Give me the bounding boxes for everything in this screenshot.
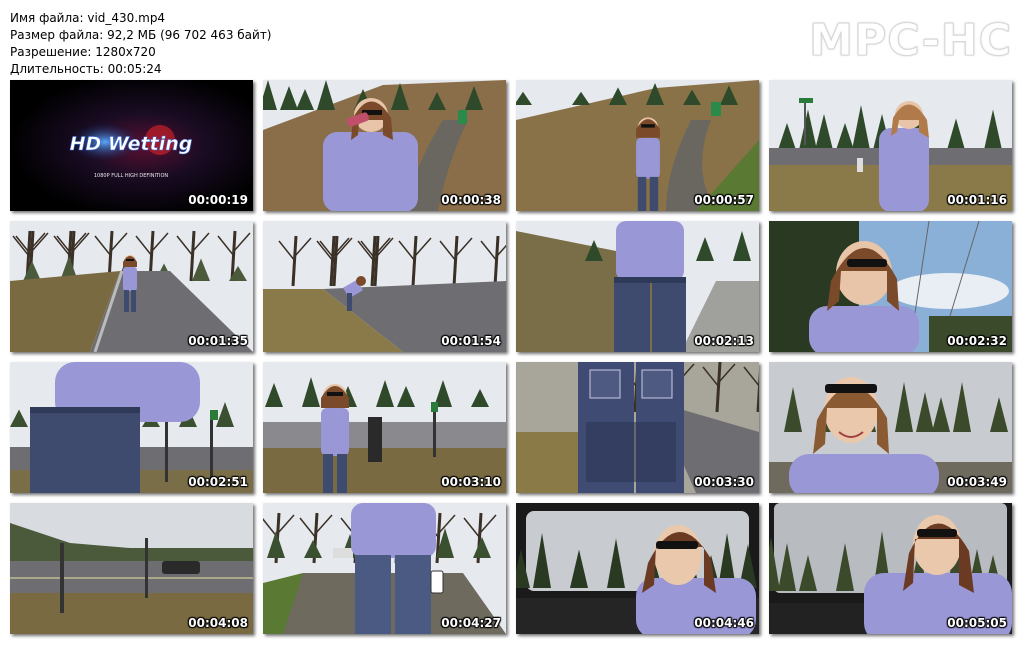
thumbnail-image: [263, 80, 506, 211]
thumbnail-image: [516, 503, 759, 634]
thumbnail-car-interior: 00:04:46: [516, 503, 759, 634]
thumbnail-image: [769, 503, 1012, 634]
thumbnail-image: [516, 80, 759, 211]
thumbnail-image: [769, 362, 1012, 493]
thumbnail-timestamp: 00:04:08: [188, 616, 248, 630]
thumbnail-timestamp: 00:01:16: [947, 193, 1007, 207]
thumbnail-road-with-car: 00:04:08: [10, 503, 253, 634]
thumbnail-image: [263, 362, 506, 493]
thumbnail-road-bending: 00:01:54: [263, 221, 506, 352]
thumbnail-timestamp: 00:04:27: [441, 616, 501, 630]
thumbnail-drinking-bottle: 00:00:38: [263, 80, 506, 211]
thumbnail-timestamp: 00:02:13: [694, 334, 754, 348]
thumbnail-walking-path: 00:00:57: [516, 80, 759, 211]
thumbnail-image: [10, 362, 253, 493]
thumbnail-timestamp: 00:03:30: [694, 475, 754, 489]
thumbnail-car-interior-side: 00:05:05: [769, 503, 1012, 634]
title-card-brand: HD Wetting: [70, 133, 193, 155]
thumbnail-timestamp: 00:00:38: [441, 193, 501, 207]
thumbnail-timestamp: 00:00:19: [188, 193, 248, 207]
thumbnail-image: [516, 362, 759, 493]
thumbnail-wet-jeans-back: 00:03:30: [516, 362, 759, 493]
thumbnail-image: [10, 503, 253, 634]
thumbnail-image: [263, 503, 506, 634]
thumbnail-timestamp: 00:03:10: [441, 475, 501, 489]
thumbnail-road-distance: 00:01:35: [10, 221, 253, 352]
thumbnail-timestamp: 00:03:49: [947, 475, 1007, 489]
thumbnail-timestamp: 00:04:46: [694, 616, 754, 630]
thumbnail-standing-roadside: 00:03:10: [263, 362, 506, 493]
thumbnail-image: HD Wetting 1080P FULL HIGH DEFINITION: [10, 80, 253, 211]
thumbnail-grid: HD Wetting 1080P FULL HIGH DEFINITION 00:…: [0, 0, 1024, 646]
thumbnail-timestamp: 00:02:51: [188, 475, 248, 489]
thumbnail-timestamp: 00:01:54: [441, 334, 501, 348]
thumbnail-timestamp: 00:05:05: [947, 616, 1007, 630]
thumbnail-title-card: HD Wetting 1080P FULL HIGH DEFINITION 00:…: [10, 80, 253, 211]
thumbnail-image: [263, 221, 506, 352]
thumbnail-image: [10, 221, 253, 352]
thumbnail-face-closeup-sky: 00:02:32: [769, 221, 1012, 352]
thumbnail-timestamp: 00:01:35: [188, 334, 248, 348]
thumbnail-jeans-side-road: 00:02:51: [10, 362, 253, 493]
thumbnail-timestamp: 00:02:32: [947, 334, 1007, 348]
thumbnail-timestamp: 00:00:57: [694, 193, 754, 207]
title-card-tagline: 1080P FULL HIGH DEFINITION: [94, 173, 169, 179]
thumbnail-jeans-back-hill: 00:02:13: [516, 221, 759, 352]
thumbnail-smiling-closeup: 00:03:49: [769, 362, 1012, 493]
thumbnail-image: [769, 221, 1012, 352]
thumbnail-image: [516, 221, 759, 352]
thumbnail-image: [769, 80, 1012, 211]
thumbnail-walking-with-bottle: 00:04:27: [263, 503, 506, 634]
thumbnail-roadside-drinking: 00:01:16: [769, 80, 1012, 211]
